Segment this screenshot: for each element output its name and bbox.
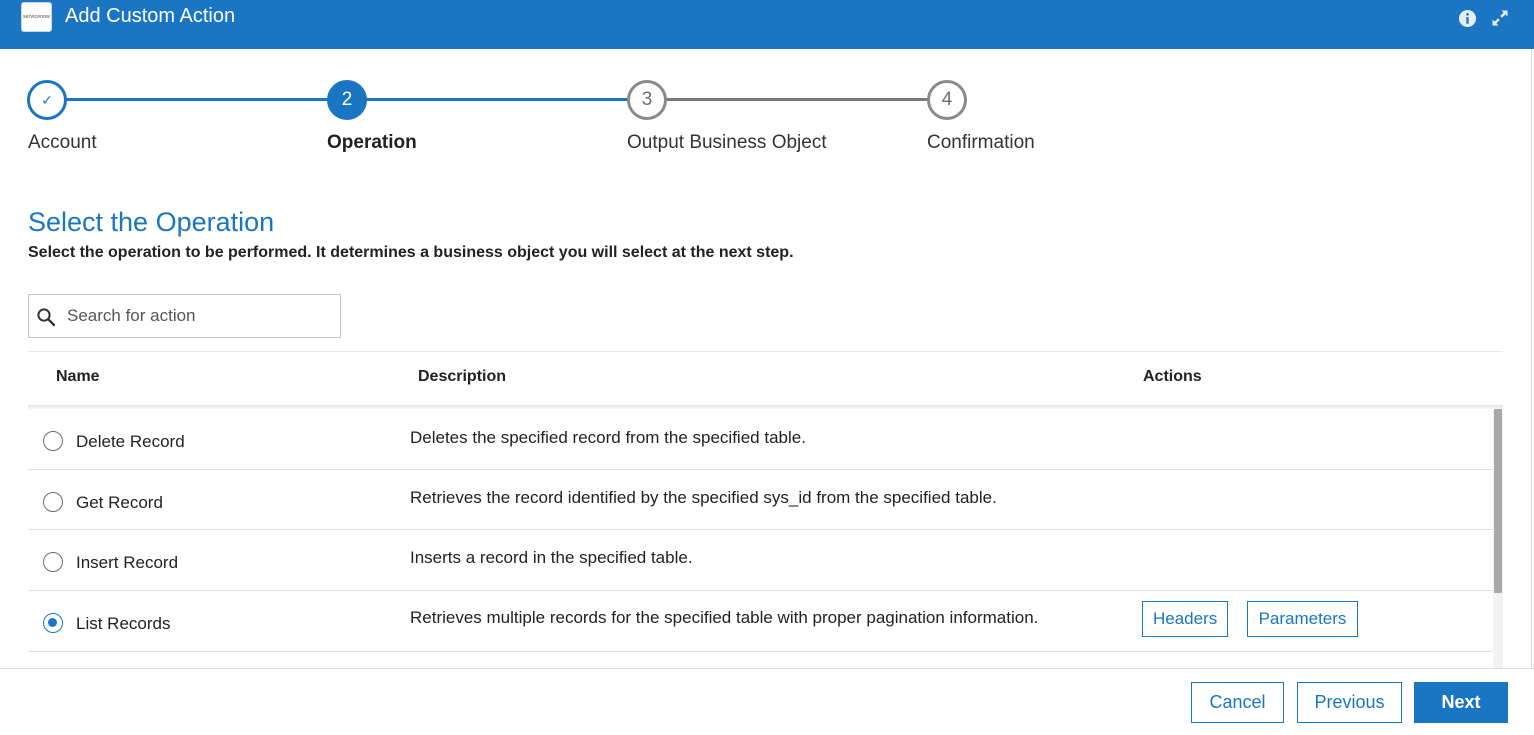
cancel-button[interactable]: Cancel xyxy=(1191,682,1284,723)
row-name: List Records xyxy=(76,614,171,633)
step-2-number: 2 xyxy=(341,89,353,110)
step-1-circle: ✓ xyxy=(27,80,67,120)
step-3-circle: 3 xyxy=(627,80,667,120)
row-description: Inserts a record in the specified table. xyxy=(410,548,693,567)
step-4-number: 4 xyxy=(941,89,953,110)
table-scrollbar-thumb[interactable] xyxy=(1494,409,1502,593)
row-radio[interactable] xyxy=(43,552,63,572)
servicenow-logo: servicenow xyxy=(21,2,52,32)
row-name: Get Record xyxy=(76,493,163,512)
step-connector-1 xyxy=(65,98,330,101)
row-description: Retrieves multiple records for the speci… xyxy=(410,608,1039,627)
table-row[interactable]: Insert Record Inserts a record in the sp… xyxy=(28,530,1493,591)
search-input[interactable] xyxy=(67,297,337,335)
row-description: Deletes the specified record from the sp… xyxy=(410,428,806,447)
search-icon xyxy=(37,308,56,327)
dialog-right-border xyxy=(1531,49,1532,669)
previous-button[interactable]: Previous xyxy=(1297,682,1402,723)
row-name: Delete Record xyxy=(76,432,185,451)
row-description: Retrieves the record identified by the s… xyxy=(410,488,997,507)
table-top-border xyxy=(28,351,1503,352)
checkmark-icon: ✓ xyxy=(41,91,53,108)
step-2-circle: 2 xyxy=(327,80,367,120)
section-description: Select the operation to be performed. It… xyxy=(28,244,794,261)
step-4-circle: 4 xyxy=(927,80,967,120)
dialog-title: Add Custom Action xyxy=(65,5,236,27)
row-radio[interactable] xyxy=(43,492,63,512)
column-header-name[interactable]: Name xyxy=(56,368,100,386)
step-3-label: Output Business Object xyxy=(627,132,827,153)
step-1-label: Account xyxy=(28,132,97,153)
step-connector-2 xyxy=(365,98,630,101)
step-4-label: Confirmation xyxy=(927,132,1035,153)
info-icon[interactable] xyxy=(1458,9,1477,28)
logo-text: servicenow xyxy=(22,14,50,20)
step-connector-3 xyxy=(665,98,930,101)
column-header-description: Description xyxy=(418,368,507,385)
section-title: Select the Operation xyxy=(28,207,275,237)
table-row-selected[interactable]: List Records Retrieves multiple records … xyxy=(28,591,1493,652)
expand-icon[interactable] xyxy=(1491,9,1509,27)
step-3-number: 3 xyxy=(641,89,653,110)
row-radio[interactable] xyxy=(43,431,63,451)
parameters-button[interactable]: Parameters xyxy=(1247,601,1358,637)
table-row[interactable]: Get Record Retrieves the record identifi… xyxy=(28,470,1493,530)
column-header-actions: Actions xyxy=(1143,368,1202,385)
row-radio-selected[interactable] xyxy=(43,613,63,633)
row-name: Insert Record xyxy=(76,553,179,572)
search-box[interactable] xyxy=(28,294,341,338)
table-row[interactable]: Delete Record Deletes the specified reco… xyxy=(28,409,1493,470)
step-2-label: Operation xyxy=(327,132,417,153)
next-button[interactable]: Next xyxy=(1414,682,1508,723)
headers-button[interactable]: Headers xyxy=(1142,601,1228,637)
dialog-header: servicenow Add Custom Action xyxy=(0,0,1534,49)
